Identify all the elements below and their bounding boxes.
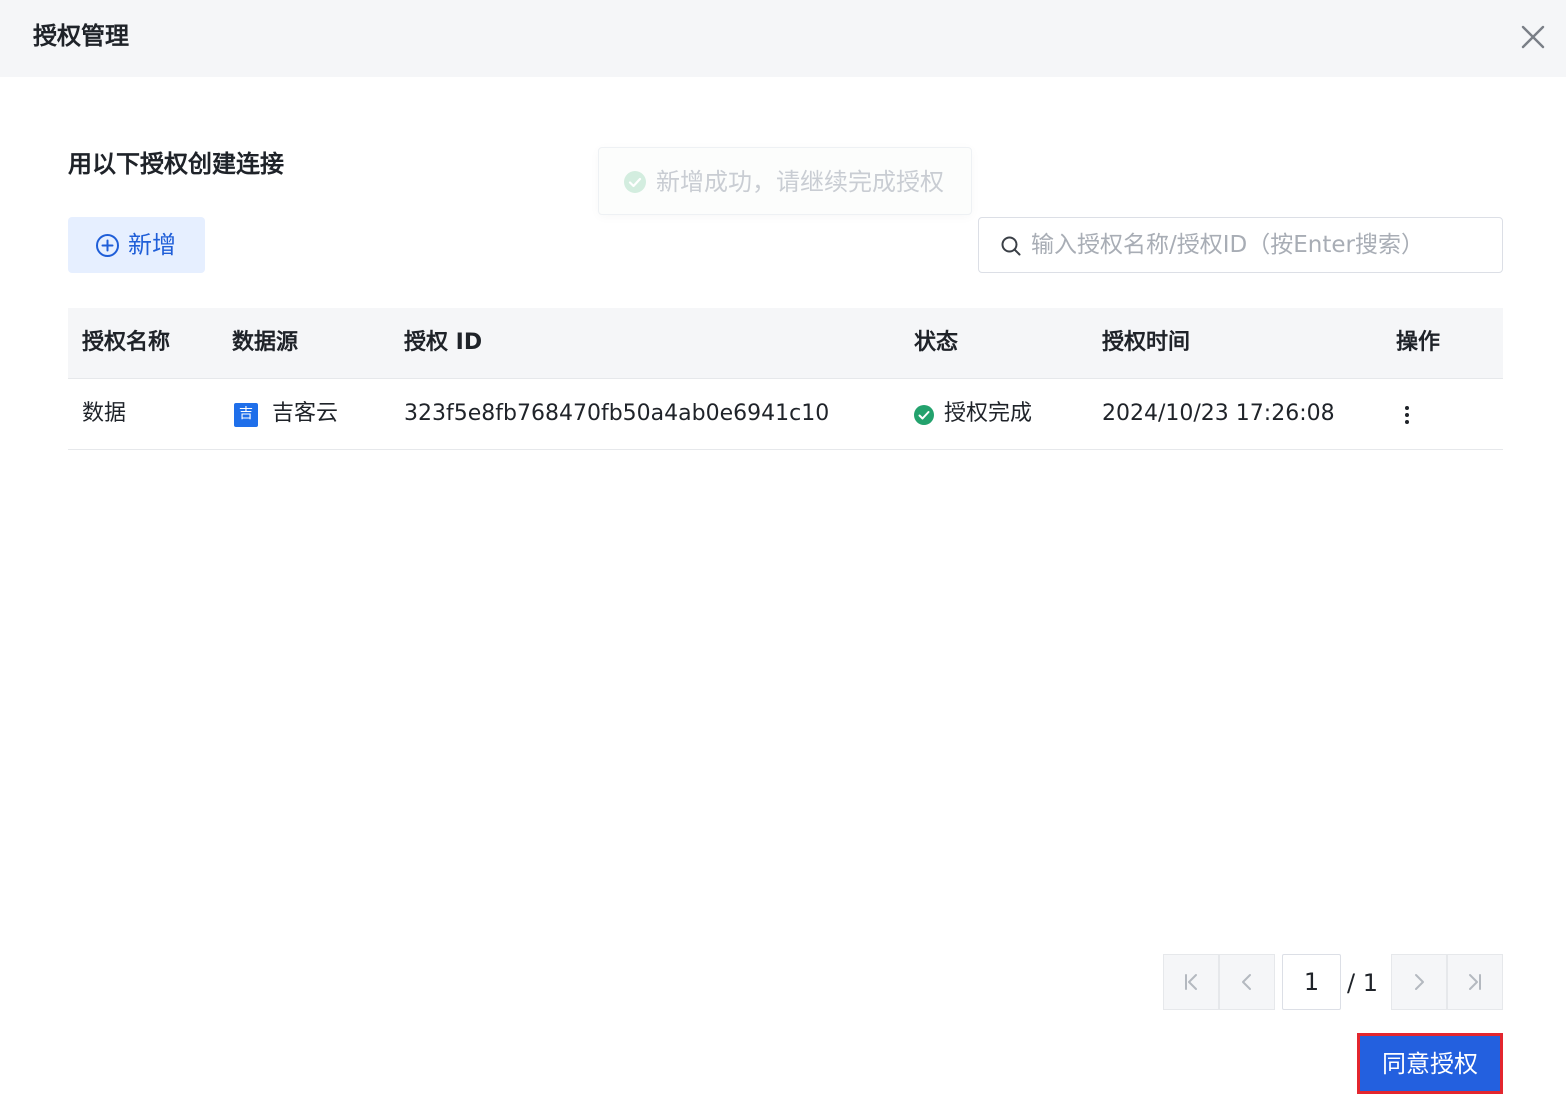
first-page-icon — [1185, 974, 1197, 990]
column-header-time: 授权时间 — [1102, 330, 1191, 355]
column-header-name: 授权名称 — [82, 330, 171, 355]
column-header-auth-id: 授权 ID — [404, 330, 483, 355]
cell-auth-id: 323f5e8fb768470fb50a4ab0e6941c10 — [404, 401, 830, 426]
more-vertical-icon[interactable] — [1393, 402, 1421, 430]
first-page-button[interactable] — [1163, 954, 1219, 1010]
table-header: 授权名称 数据源 授权 ID 状态 授权时间 操作 — [68, 308, 1503, 379]
column-header-actions: 操作 — [1396, 330, 1441, 355]
column-header-source: 数据源 — [232, 330, 299, 355]
search-box[interactable] — [978, 217, 1503, 273]
jackyun-logo-icon: 吉 — [234, 403, 258, 427]
dialog-title: 授权管理 — [33, 22, 129, 50]
next-page-button[interactable] — [1391, 954, 1447, 1010]
cell-time: 2024/10/23 17:26:08 — [1102, 401, 1335, 426]
page-number-input[interactable] — [1282, 954, 1341, 1010]
search-input[interactable] — [1031, 226, 1491, 264]
prev-page-button[interactable] — [1219, 954, 1275, 1010]
search-icon — [1001, 236, 1021, 256]
plus-circle-icon — [96, 234, 119, 257]
page-total: / 1 — [1347, 969, 1378, 997]
last-page-icon — [1469, 974, 1481, 990]
table-row[interactable]: 数据 吉 吉客云 323f5e8fb768470fb50a4ab0e6941c1… — [68, 379, 1503, 450]
dialog-header: 授权管理 — [0, 0, 1566, 77]
cell-name: 数据 — [82, 401, 127, 426]
add-button[interactable]: 新增 — [68, 217, 205, 273]
close-icon — [1521, 25, 1545, 49]
section-title: 用以下授权创建连接 — [68, 150, 284, 178]
success-toast: 新增成功，请继续完成授权 — [598, 147, 972, 215]
cell-source: 吉客云 — [272, 401, 339, 426]
agree-button-label: 同意授权 — [1382, 1050, 1478, 1078]
auth-table: 授权名称 数据源 授权 ID 状态 授权时间 操作 数据 吉 吉客云 323f5… — [68, 308, 1503, 450]
cell-status: 授权完成 — [944, 401, 1033, 426]
add-button-label: 新增 — [128, 231, 176, 259]
check-circle-icon — [914, 405, 934, 425]
chevron-left-icon — [1242, 974, 1251, 990]
toast-message: 新增成功，请继续完成授权 — [656, 168, 944, 196]
agree-authorize-button[interactable]: 同意授权 — [1357, 1033, 1503, 1094]
logo-glyph: 吉 — [239, 406, 253, 422]
chevron-right-icon — [1415, 974, 1424, 990]
column-header-status: 状态 — [914, 330, 959, 355]
last-page-button[interactable] — [1447, 954, 1503, 1010]
close-button[interactable] — [1516, 20, 1550, 54]
check-circle-icon — [624, 171, 646, 193]
